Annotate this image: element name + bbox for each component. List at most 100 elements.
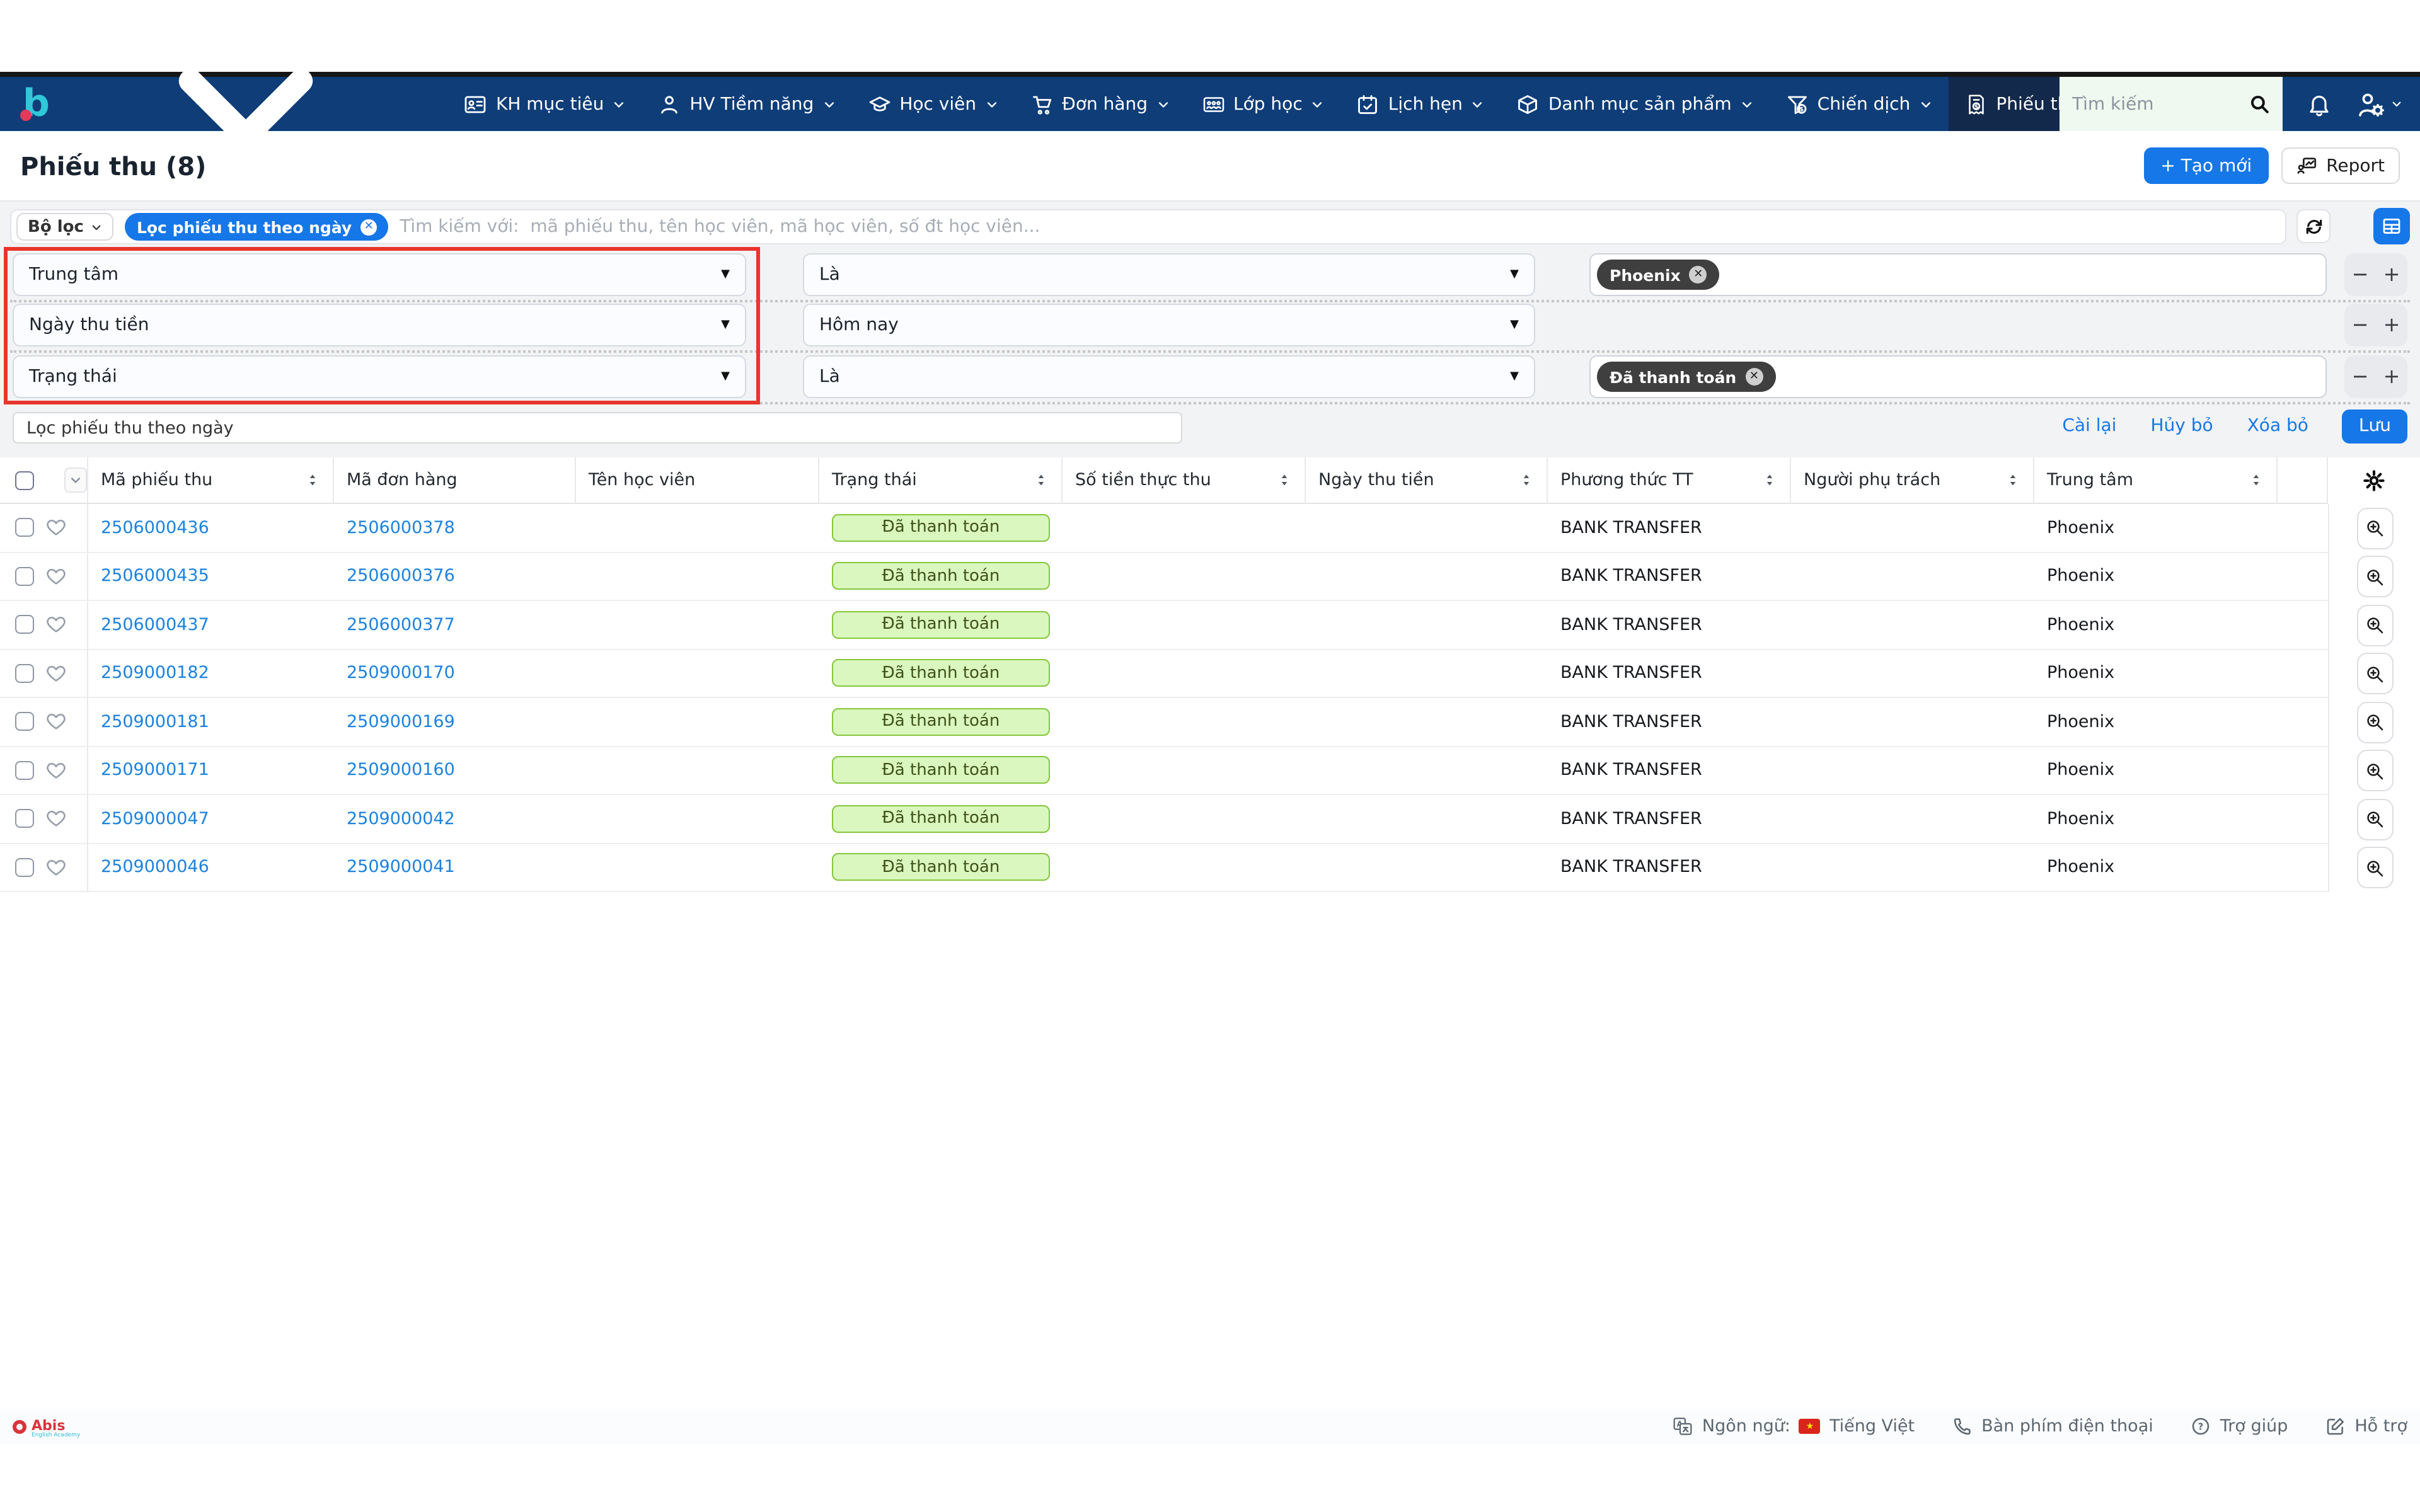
table-row[interactable]: 2509000046 2509000041 Đã thanh toán BANK… (0, 844, 2420, 892)
language-selector[interactable]: Ngôn ngữ: ★ Tiếng Việt (1673, 1416, 1915, 1436)
row-detail-button[interactable] (2356, 556, 2393, 598)
sort-icon[interactable] (1762, 472, 1777, 488)
sort-icon[interactable] (305, 472, 320, 488)
sort-icon[interactable] (1519, 472, 1534, 488)
cancel-link[interactable]: Hủy bỏ (2150, 416, 2213, 436)
notifications-button[interactable] (2283, 77, 2356, 131)
add-condition-button[interactable]: + (2383, 367, 2400, 387)
close-icon[interactable]: ✕ (360, 219, 377, 235)
row-checkbox[interactable] (15, 664, 34, 683)
heart-icon[interactable] (45, 857, 67, 878)
brand-logo[interactable]: b (10, 77, 448, 131)
column-header-receipt-id[interactable]: Mã phiếu thu (88, 457, 334, 504)
row-checkbox[interactable] (15, 810, 34, 828)
receipt-id-link[interactable]: 2506000436 (101, 518, 209, 538)
receipt-id-link[interactable]: 2509000046 (101, 857, 209, 878)
nav-item-don-hang[interactable]: Đơn hàng (1014, 77, 1185, 131)
row-detail-button[interactable] (2356, 508, 2393, 549)
delete-link[interactable]: Xóa bỏ (2247, 416, 2308, 436)
column-header-status[interactable]: Trạng thái (819, 457, 1063, 504)
filter-name-input[interactable] (13, 412, 1182, 444)
footer-brand-logo[interactable]: Abis English Academy (13, 1414, 80, 1440)
column-settings-button[interactable] (2373, 208, 2410, 244)
nav-item-kh-muc-tieu[interactable]: KH mục tiêu (448, 77, 642, 131)
heart-icon[interactable] (45, 760, 67, 781)
select-menu-button[interactable] (64, 467, 87, 493)
filter-dropdown-button[interactable]: Bộ lọc (16, 213, 114, 241)
filter-field-select-1[interactable]: Trung tâm ▼ (13, 253, 746, 296)
close-icon[interactable]: ✕ (1690, 266, 1707, 284)
column-header-student-name[interactable]: Tên học viên (576, 457, 819, 504)
filter-operator-select-2[interactable]: Hôm nay ▼ (803, 304, 1535, 346)
column-header-center[interactable]: Trung tâm (2034, 457, 2278, 504)
row-detail-button[interactable] (2356, 847, 2393, 889)
row-checkbox[interactable] (15, 858, 34, 877)
row-detail-button[interactable] (2356, 750, 2393, 792)
order-id-link[interactable]: 2506000376 (347, 566, 455, 587)
nav-item-hv-tiem-nang[interactable]: HV Tiềm năng (642, 77, 851, 131)
filter-operator-select-1[interactable]: Là ▼ (803, 253, 1535, 296)
active-filter-chip[interactable]: Lọc phiếu thu theo ngày ✕ (125, 213, 388, 241)
table-row[interactable]: 2506000437 2506000377 Đã thanh toán BANK… (0, 601, 2420, 650)
search-icon[interactable] (2249, 93, 2270, 115)
filter-value-input-3[interactable]: Đã thanh toán ✕ (1589, 355, 2327, 398)
global-search-input[interactable] (2072, 94, 2249, 114)
account-menu-button[interactable] (2356, 77, 2420, 131)
row-checkbox[interactable] (15, 567, 34, 586)
order-id-link[interactable]: 2509000160 (347, 760, 455, 781)
row-checkbox[interactable] (15, 616, 34, 634)
order-id-link[interactable]: 2506000377 (347, 615, 455, 635)
help-link[interactable]: Trợ giúp (2191, 1416, 2288, 1436)
table-search-input[interactable] (400, 217, 2280, 237)
receipt-id-link[interactable]: 2509000047 (101, 809, 209, 829)
gear-icon[interactable] (2362, 469, 2386, 493)
nav-item-hoc-vien[interactable]: Học viên (851, 77, 1014, 131)
phone-keyboard-link[interactable]: Bàn phím điện thoại (1952, 1416, 2153, 1436)
nav-item-lop-hoc[interactable]: Lớp học (1185, 77, 1340, 131)
receipt-id-link[interactable]: 2506000437 (101, 615, 209, 635)
order-id-link[interactable]: 2506000378 (347, 518, 455, 538)
table-row[interactable]: 2509000047 2509000042 Đã thanh toán BANK… (0, 795, 2420, 844)
nav-item-chien-dich[interactable]: Chiến dịch (1770, 77, 1949, 131)
filter-field-select-3[interactable]: Trạng thái ▼ (13, 355, 746, 398)
row-detail-button[interactable] (2356, 653, 2393, 695)
refresh-button[interactable] (2296, 209, 2331, 243)
report-button[interactable]: Report (2281, 147, 2400, 184)
add-condition-button[interactable]: + (2383, 315, 2400, 335)
order-id-link[interactable]: 2509000041 (347, 857, 455, 878)
order-id-link[interactable]: 2509000042 (347, 809, 455, 829)
table-row[interactable]: 2509000171 2509000160 Đã thanh toán BANK… (0, 747, 2420, 795)
nav-item-danh-muc-san-pham[interactable]: Danh mục sản phẩm (1501, 77, 1770, 131)
heart-icon[interactable] (45, 711, 67, 733)
table-row[interactable]: 2509000182 2509000170 Đã thanh toán BANK… (0, 650, 2420, 698)
support-link[interactable]: Hỗ trợ (2325, 1416, 2407, 1436)
heart-icon[interactable] (45, 614, 67, 636)
remove-condition-button[interactable]: − (2352, 265, 2369, 285)
row-checkbox[interactable] (15, 713, 34, 731)
sort-icon[interactable] (2249, 472, 2264, 488)
heart-icon[interactable] (45, 808, 67, 830)
reset-link[interactable]: Cài lại (2062, 416, 2116, 436)
add-condition-button[interactable]: + (2383, 265, 2400, 285)
remove-condition-button[interactable]: − (2352, 315, 2369, 335)
create-new-button[interactable]: + Tạo mới (2144, 147, 2268, 184)
filter-value-input-1[interactable]: Phoenix ✕ (1589, 253, 2327, 296)
heart-icon[interactable] (45, 663, 67, 684)
column-header-order-id[interactable]: Mã đơn hàng (334, 457, 576, 504)
sort-icon[interactable] (2005, 472, 2020, 488)
receipt-id-link[interactable]: 2509000181 (101, 712, 209, 732)
column-header-collect-date[interactable]: Ngày thu tiền (1306, 457, 1548, 504)
column-header-amount[interactable]: Số tiền thực thu (1063, 457, 1306, 504)
heart-icon[interactable] (45, 566, 67, 587)
order-id-link[interactable]: 2509000170 (347, 663, 455, 684)
row-detail-button[interactable] (2356, 702, 2393, 743)
save-button[interactable]: Lưu (2342, 409, 2407, 443)
select-all-checkbox[interactable] (15, 471, 34, 490)
nav-item-lich-hen[interactable]: Lịch hẹn (1340, 77, 1501, 131)
remove-condition-button[interactable]: − (2352, 367, 2369, 387)
sort-icon[interactable] (1277, 472, 1292, 488)
column-header-assignee[interactable]: Người phụ trách (1791, 457, 2034, 504)
sort-icon[interactable] (1034, 472, 1049, 488)
receipt-id-link[interactable]: 2509000171 (101, 760, 209, 781)
heart-icon[interactable] (45, 517, 67, 539)
